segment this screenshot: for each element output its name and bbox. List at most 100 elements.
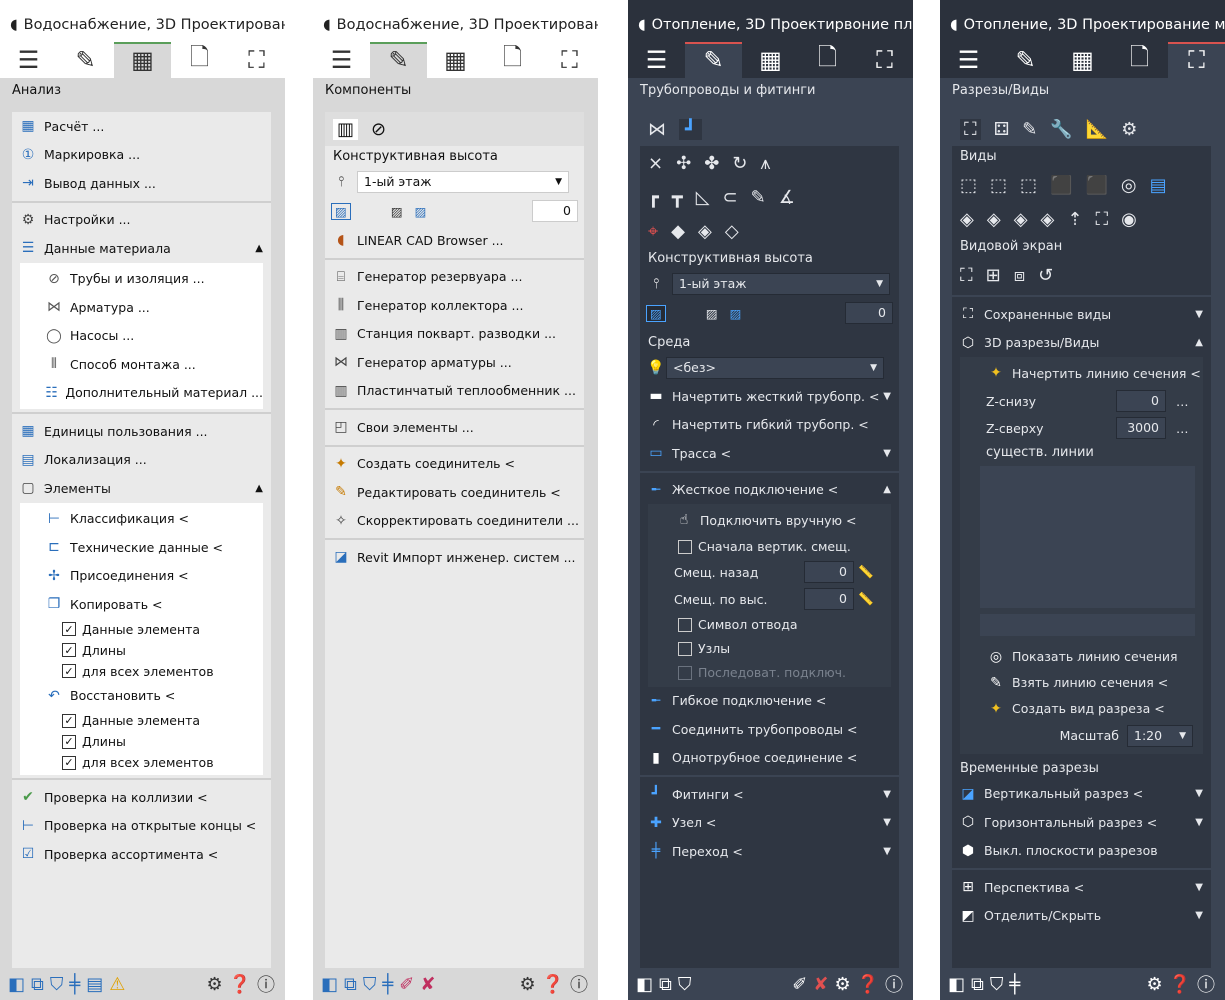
node-icon[interactable]: ◆ [671, 221, 685, 242]
viewport-refresh-icon[interactable]: ↺ [1038, 265, 1053, 286]
more-button[interactable]: … [1176, 394, 1189, 409]
filter-icon[interactable]: ⛉ [678, 974, 692, 995]
generator-item[interactable]: ▥ Станция поквaрт. разводки ... [325, 320, 584, 349]
offset-input[interactable]: 0 [845, 302, 893, 324]
connector-item[interactable]: ✧ Скорректировать соединители ... [325, 507, 584, 536]
pen-icon[interactable]: ✐ [399, 974, 414, 995]
sub-item[interactable]: ⊘ Трубы и изоляция ... [38, 265, 263, 294]
elements-header[interactable]: ▢ Элементы ▲ [12, 474, 271, 503]
zmin-input[interactable]: 0 [1116, 390, 1166, 412]
layout-icon[interactable]: ◧ [321, 974, 338, 995]
horizontal-section-item[interactable]: ⬡ Горизонтальный разрез < ▼ [952, 808, 1211, 837]
join-pipes-item[interactable]: ━ Соединить трубопроводы < [640, 715, 899, 744]
view-iso3-icon[interactable]: ⬚ [1020, 175, 1037, 196]
bend-icon[interactable]: ⊂ [723, 187, 738, 208]
checkbox[interactable]: ✓ [62, 734, 76, 749]
radiator-tab-icon[interactable]: ▥ [333, 118, 359, 140]
wrench-icon[interactable]: 🔧 [1050, 119, 1072, 140]
pick-icon[interactable]: 📏 [858, 591, 874, 607]
settings-item[interactable]: ⚙ Настройки ... [12, 206, 271, 235]
cut-icon[interactable]: ⌖ [648, 221, 658, 242]
view-up-icon[interactable]: ⇡ [1067, 209, 1082, 230]
sub-item[interactable]: ❐ Копировать < [38, 590, 263, 619]
snap-icon[interactable]: ╪ [69, 974, 80, 995]
existing-lines-list[interactable] [980, 465, 1195, 608]
pipe-tab-icon[interactable]: ┛ [679, 118, 702, 140]
menu-icon[interactable]: ☰ [313, 42, 370, 78]
node-up-icon[interactable]: ◈ [698, 221, 712, 242]
layout-icon[interactable]: ◧ [948, 974, 965, 995]
sub-item[interactable]: ⋈ Арматура ... [38, 293, 263, 322]
checkbox[interactable] [678, 617, 692, 632]
output-item[interactable]: ⇥ Вывод данных ... [12, 169, 271, 198]
viewport-frame-icon[interactable]: ⛶ [960, 265, 973, 286]
material-header[interactable]: ☰ Данные материала ▲ [12, 234, 271, 263]
checkbox-row[interactable]: ✓ Длины [38, 640, 263, 661]
checkbox-row[interactable]: ✓ для всех элементов [38, 752, 263, 773]
revit-import-item[interactable]: ◪ Revit Импорт инженер. систем ... [325, 543, 584, 572]
layout-icon[interactable]: ◧ [8, 974, 25, 995]
elbow-icon[interactable]: ┏ [648, 187, 659, 208]
filter-icon[interactable]: ⛉ [50, 974, 64, 995]
connector-item[interactable]: ✦ Создать соединитель < [325, 450, 584, 479]
view-cube2-icon[interactable]: ⬛ [1085, 175, 1107, 196]
connector-item[interactable]: ✎ Редактировать соединитель < [325, 478, 584, 507]
disconnect-icon[interactable]: ⨯ [648, 153, 663, 174]
checkbox[interactable] [678, 641, 692, 656]
layers-icon[interactable]: ⧉ [31, 974, 44, 995]
floor-select[interactable]: 1-ый этаж ▼ [357, 171, 569, 193]
off-planes-item[interactable]: ⬢ Выкл. плоскости разрезов [952, 837, 1211, 866]
help-icon[interactable]: ❓ [857, 974, 879, 995]
help-icon[interactable]: ❓ [1169, 974, 1191, 995]
checkbox[interactable]: ✓ [62, 664, 76, 678]
generator-item[interactable]: ⫼ Генератор коллектора ... [325, 291, 584, 320]
flex-connection-item[interactable]: ╾ Гибкое подключение < [640, 687, 899, 716]
edit-tab-icon[interactable]: ✎ [997, 42, 1054, 78]
info-icon[interactable]: ⓘ [257, 971, 275, 997]
view-dia2-icon[interactable]: ◈ [987, 209, 1001, 230]
existing-lines-input[interactable] [980, 613, 1195, 636]
filter-icon[interactable]: ⛉ [990, 974, 1004, 995]
open-ends-check-item[interactable]: ⊢ Проверка на открытые концы < [12, 812, 271, 841]
layout-icon[interactable]: ◧ [636, 974, 653, 995]
viewport-zoom-icon[interactable]: ⧈ [1014, 265, 1025, 286]
view-iso1-icon[interactable]: ⬚ [960, 175, 977, 196]
view-edit-icon[interactable]: ✎ [1022, 119, 1037, 140]
checkbox[interactable]: ✓ [62, 755, 76, 770]
isolate-item[interactable]: ◩ Отделить/Скрыть ▼ [952, 902, 1211, 931]
edit-tab-icon[interactable]: ✎ [685, 42, 742, 78]
pen-icon[interactable]: ✐ [792, 974, 807, 995]
generator-item[interactable]: ⋈ Генератор арматуры ... [325, 348, 584, 377]
tee-icon[interactable]: ┳ [672, 187, 683, 208]
menu-icon[interactable]: ☰ [628, 42, 685, 78]
saved-views-item[interactable]: ⛶ Сохраненные виды ▼ [952, 300, 1211, 329]
view-dia1-icon[interactable]: ◈ [960, 209, 974, 230]
info-icon[interactable]: ⓘ [570, 971, 588, 997]
menu-icon[interactable]: ☰ [940, 42, 997, 78]
generator-item[interactable]: ⌸ Генератор резервуара ... [325, 263, 584, 292]
erase-icon[interactable]: ✘ [813, 974, 828, 995]
view-frame-icon[interactable]: ⛶ [960, 118, 981, 140]
angle-icon[interactable]: ∡ [779, 187, 795, 208]
filter-icon[interactable]: ⛉ [363, 974, 377, 995]
vertical-section-item[interactable]: ◪ Вертикальный разрез < ▼ [952, 780, 1211, 809]
sub-item[interactable]: ✢ Присоединения < [38, 562, 263, 591]
calc-tab-icon[interactable]: ▦ [742, 42, 799, 78]
menu-icon[interactable]: ☰ [0, 42, 57, 78]
node-down-icon[interactable]: ◇ [725, 221, 739, 242]
view-color-icon[interactable]: ▤ [1150, 175, 1167, 196]
height-offset-input[interactable]: 0 [804, 588, 854, 610]
edit-pipe-icon[interactable]: ✎ [751, 187, 766, 208]
own-elements-item[interactable]: ◰ Свои элементы ... [325, 413, 584, 442]
marking-item[interactable]: ① Маркировка ... [12, 141, 271, 170]
sub-item[interactable]: ◯ Насосы ... [38, 322, 263, 351]
cross-icon[interactable]: ✤ [704, 153, 719, 174]
sub-item[interactable]: ☷ Дополнительный материал ... [38, 379, 263, 408]
checkbox-row[interactable]: ✓ Данные элемента [38, 619, 263, 640]
generator-item[interactable]: ▥ Пластинчатый теплообменник ... [325, 377, 584, 406]
sub-item[interactable]: ⊏ Технические данные < [38, 533, 263, 562]
document-tab-icon[interactable]: 🗋 [799, 42, 856, 78]
view-iso2-icon[interactable]: ⬚ [990, 175, 1007, 196]
calc-tab-icon[interactable]: ▦ [1054, 42, 1111, 78]
checkbox[interactable]: ✓ [62, 622, 76, 636]
